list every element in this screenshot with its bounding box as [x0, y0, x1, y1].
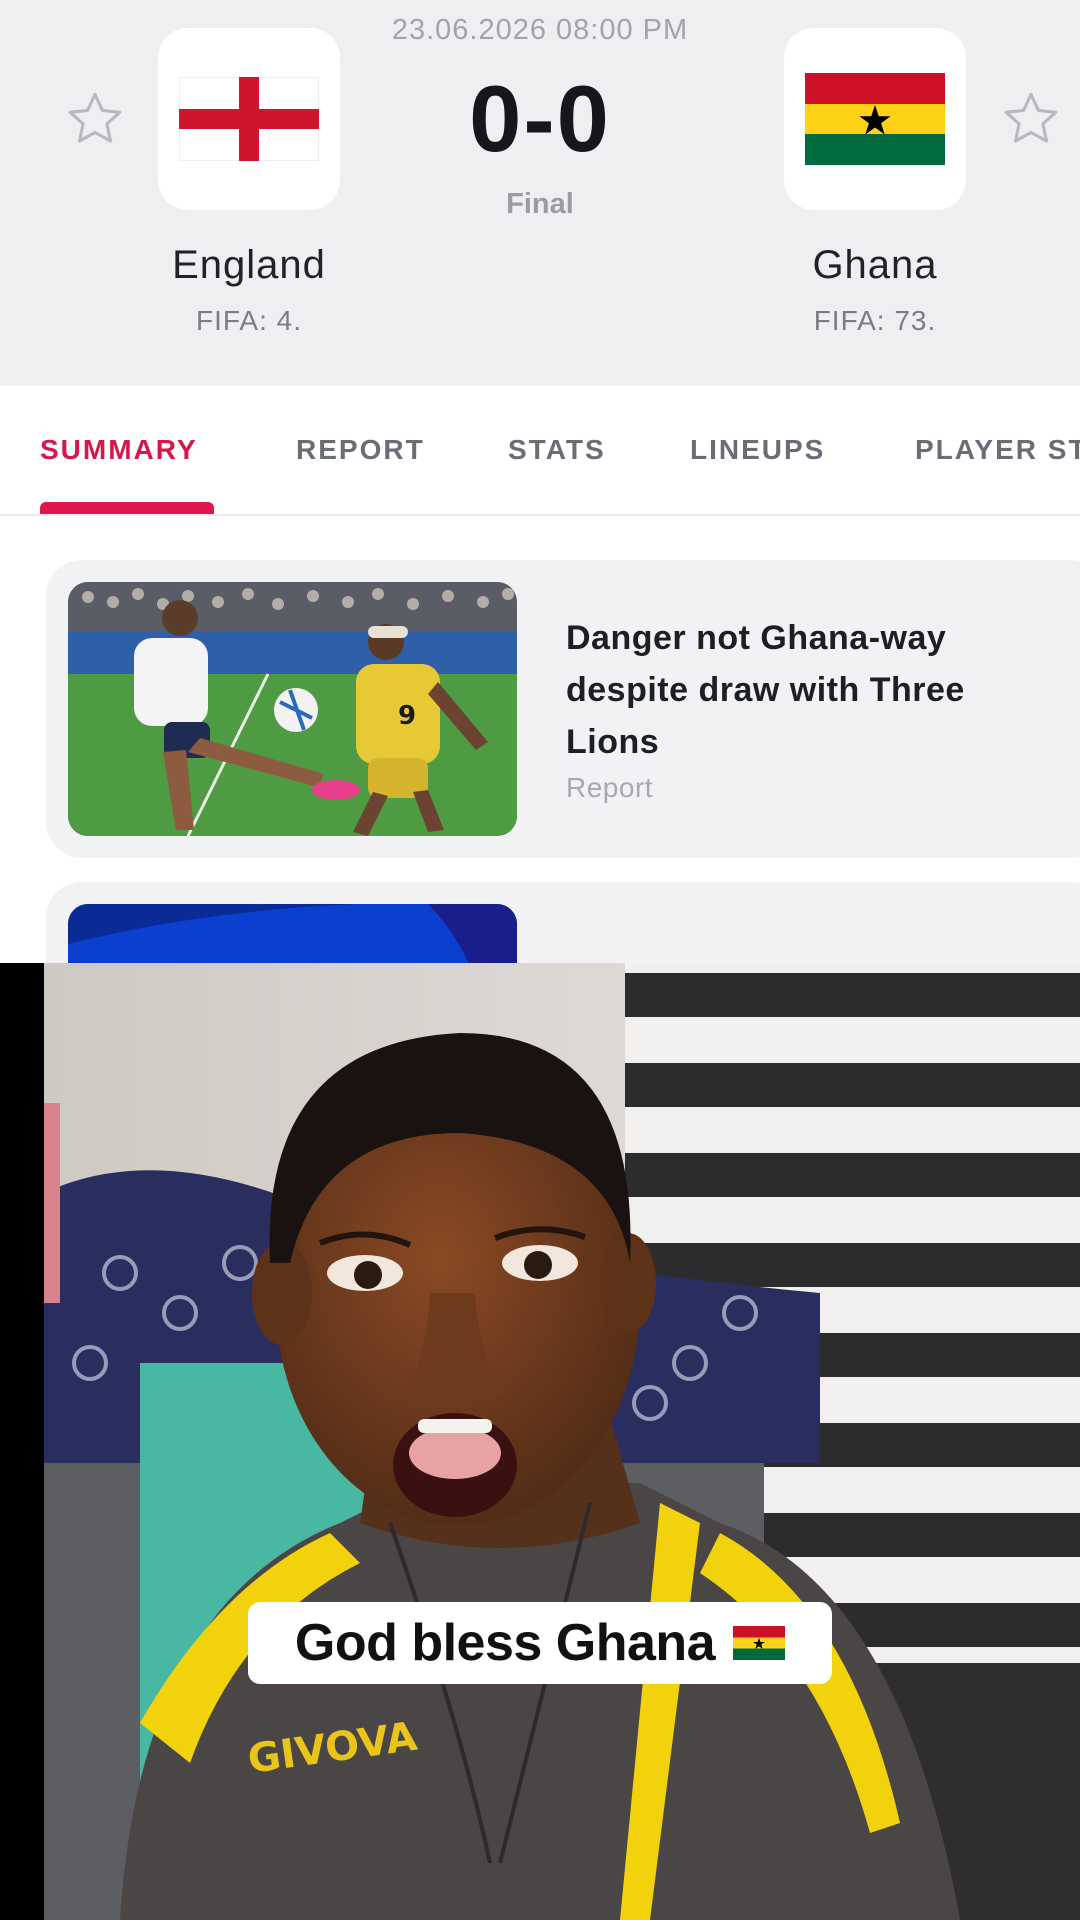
favorite-star-icon-away[interactable]	[1000, 88, 1062, 150]
news-thumbnail: 9	[68, 582, 517, 836]
news-title: Danger not Ghana-way despite draw with T…	[566, 619, 965, 761]
england-flag-icon	[179, 77, 319, 161]
match-screen: 23.06.2026 08:00 PM 0-0 Final England FI…	[0, 0, 1080, 963]
home-team-crest[interactable]	[158, 28, 340, 210]
news-thumbnail-partial	[68, 904, 517, 963]
match-score: 0-0	[469, 66, 611, 171]
match-status: Final	[506, 188, 574, 220]
tab-stats[interactable]: STATS	[508, 434, 606, 466]
home-team-rank: FIFA: 4.	[195, 305, 303, 336]
caption-text: God bless Ghana	[294, 1614, 716, 1672]
tab-summary[interactable]: SUMMARY	[40, 434, 198, 466]
tab-player-stats[interactable]: PLAYER ST	[915, 434, 1080, 466]
news-card-partial[interactable]	[46, 882, 1080, 963]
match-header: 23.06.2026 08:00 PM 0-0 Final England FI…	[0, 0, 1080, 386]
video-caption: God bless Ghana	[248, 1602, 832, 1684]
tab-lineups[interactable]: LINEUPS	[690, 434, 825, 466]
tab-bar: SUMMARY REPORT STATS LINEUPS PLAYER ST	[0, 386, 1080, 516]
favorite-star-icon-home[interactable]	[64, 88, 126, 150]
tab-report[interactable]: REPORT	[296, 434, 425, 466]
active-tab-indicator	[40, 502, 214, 514]
ghana-flag-icon	[805, 73, 945, 165]
svg-text:9: 9	[398, 701, 416, 731]
away-team-crest[interactable]	[784, 28, 966, 210]
ghana-flag-icon	[733, 1626, 786, 1660]
news-card[interactable]: 9 Danger not Ghana-way despite draw with…	[46, 560, 1080, 858]
video-frame: GIVOVA	[0, 963, 1080, 1920]
news-type: Report	[566, 772, 654, 803]
home-team-name[interactable]: England	[99, 243, 399, 288]
away-team-name[interactable]: Ghana	[725, 243, 1025, 288]
away-team-rank: FIFA: 73.	[813, 305, 937, 336]
person-video-image: GIVOVA	[0, 963, 1080, 1920]
